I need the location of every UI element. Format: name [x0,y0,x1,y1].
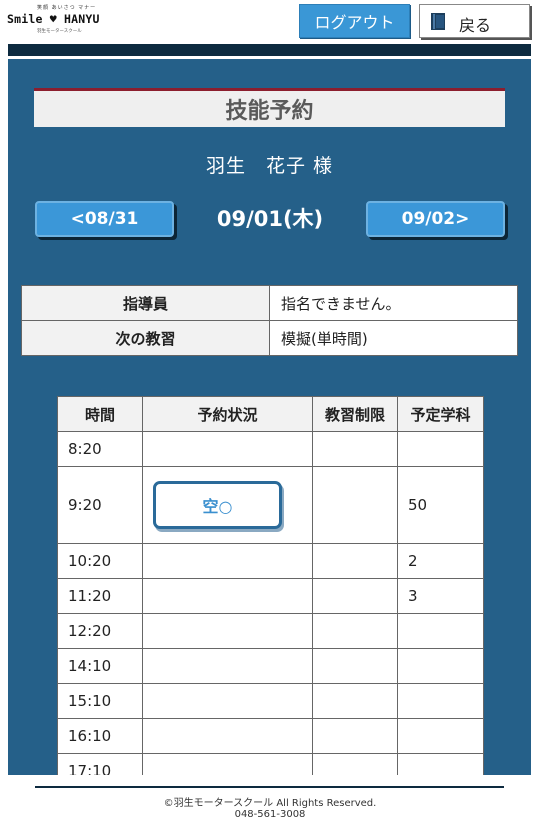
table-row: 9:20 空○ 50 [57,466,484,544]
footer-copyright: ©羽生モータースクール All Rights Reserved. [163,798,377,809]
footer-divider [35,786,504,788]
slot-status [142,613,313,649]
slot-limit [312,431,398,467]
next-lesson-label: 次の教習 [21,320,270,356]
slot-limit [312,466,398,544]
table-row: 10:20 2 [57,543,484,579]
current-date: 09/01(木) [216,207,324,231]
table-row: 17:10 [57,753,484,775]
slot-lecture: 2 [397,543,484,579]
slot-time: 12:20 [57,613,143,649]
slot-status [142,753,313,775]
slot-status [142,718,313,754]
slot-time: 10:20 [57,543,143,579]
slot-limit [312,543,398,579]
page-title-box: 技能予約 [34,88,505,127]
slot-lecture [397,683,484,719]
info-row-instructor: 指導員 指名できません。 [21,285,518,321]
info-row-next-lesson: 次の教習 模擬(単時間) [21,320,518,356]
slot-time: 8:20 [57,431,143,467]
header-time: 時間 [57,396,143,432]
prev-date-button[interactable]: <08/31 [35,201,174,237]
slot-status: 空○ [142,466,313,544]
slot-status [142,543,313,579]
slot-limit [312,683,398,719]
slot-lecture: 3 [397,578,484,614]
back-button[interactable]: 戻る [419,4,530,38]
slot-time: 16:10 [57,718,143,754]
reserve-slot-button[interactable]: 空○ [153,481,282,529]
slot-time: 9:20 [57,466,143,544]
schedule-header-row: 時間 予約状況 教習制限 予定学科 [57,396,484,432]
logo-sub-text: 羽生モータースクール [37,29,82,34]
slot-status [142,683,313,719]
back-button-label: 戻る [459,16,492,35]
next-date-button[interactable]: 09/02> [366,201,505,237]
slot-limit [312,578,398,614]
table-row: 11:20 3 [57,578,484,614]
main-panel: 技能予約 羽生 花子 様 <08/31 09/01(木) 09/02> 指導員 … [8,59,531,775]
table-row: 8:20 [57,431,484,467]
instructor-info-table: 指導員 指名できません。 次の教習 模擬(単時間) [21,285,518,356]
table-row: 15:10 [57,683,484,719]
slot-status [142,431,313,467]
slot-time: 14:10 [57,648,143,684]
slot-limit [312,753,398,775]
table-row: 12:20 [57,613,484,649]
table-row: 16:10 [57,718,484,754]
slot-status [142,578,313,614]
user-name: 羽生 花子 様 [205,155,334,177]
table-row: 14:10 [57,648,484,684]
logo-tagline: 笑顔 あいさつ マナー [37,5,97,11]
slot-limit [312,648,398,684]
page-title: 技能予約 [225,99,314,124]
slot-lecture [397,718,484,754]
slot-lecture [397,613,484,649]
top-divider-bar [8,44,531,56]
header-status: 予約状況 [142,396,313,432]
logo-main-text: Smile ♥ HANYU [7,12,100,26]
slot-lecture [397,431,484,467]
book-icon [431,13,445,30]
slot-lecture [397,753,484,775]
school-logo[interactable]: 笑顔 あいさつ マナー Smile ♥ HANYU 羽生モータースクール [7,4,108,34]
slot-lecture [397,648,484,684]
instructor-label: 指導員 [21,285,270,321]
logout-button[interactable]: ログアウト [299,4,410,38]
slot-lecture: 50 [397,466,484,544]
header: 笑顔 あいさつ マナー Smile ♥ HANYU 羽生モータースクール ログア… [0,0,540,44]
slot-status [142,648,313,684]
instructor-value: 指名できません。 [269,285,518,321]
slot-time: 15:10 [57,683,143,719]
slot-limit [312,613,398,649]
footer-phone: 048-561-3008 [234,809,306,820]
slot-limit [312,718,398,754]
header-limit: 教習制限 [312,396,398,432]
header-lecture: 予定学科 [397,396,484,432]
slot-time: 11:20 [57,578,143,614]
next-lesson-value: 模擬(単時間) [269,320,518,356]
slot-time: 17:10 [57,753,143,775]
schedule-table: 時間 予約状況 教習制限 予定学科 8:20 9:20 空○ 50 10:20 … [57,396,484,775]
